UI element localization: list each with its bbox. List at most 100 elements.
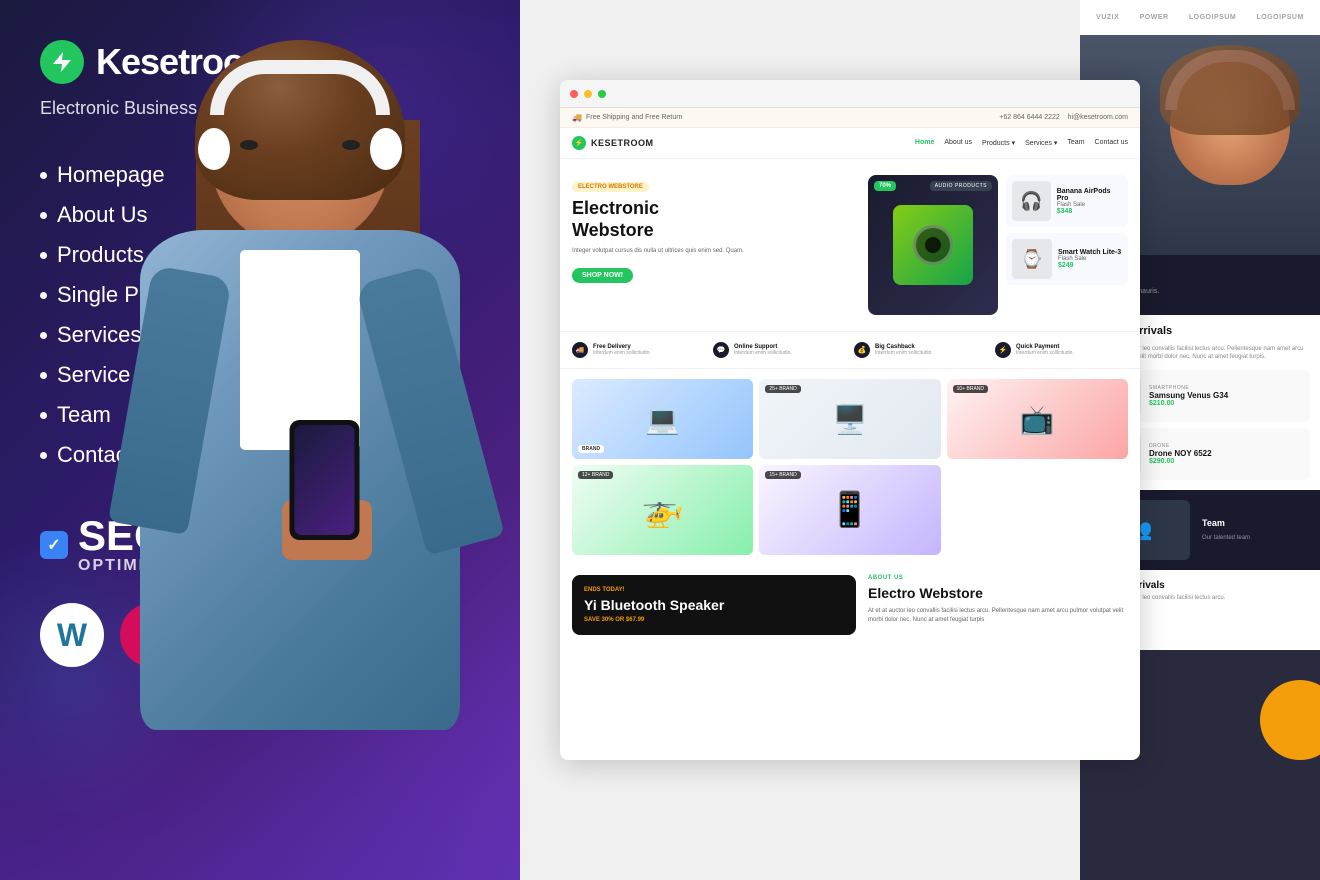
site-logo: ⚡ KESETROOM	[572, 136, 654, 150]
brand-logo4: logoipsum	[1257, 14, 1304, 21]
model-photo	[80, 30, 520, 880]
nav-services[interactable]: Services ▾	[1025, 139, 1057, 147]
features-row: 🚚 Free Delivery Interdum enim sollicitud…	[560, 331, 1140, 369]
hero-title: Electronic Webstore	[572, 198, 856, 241]
topbar-phone: +62 864 6444 2222	[999, 114, 1060, 121]
tv-card-img: 📺 10+ BRAND	[947, 379, 1128, 459]
hero-badge: ELECTRO WEBSTORE	[572, 182, 649, 192]
product-card-laptop[interactable]: 🖥️ 25+ BRAND	[759, 379, 940, 459]
nav-bullet	[40, 212, 47, 219]
about-section: ENDS TODAY! Yi Bluetooth Speaker SAVE 30…	[560, 565, 1140, 645]
laptop-badge: 25+ BRAND	[765, 385, 800, 393]
nav-contact[interactable]: Contact us	[1095, 139, 1128, 147]
nav-products[interactable]: Products ▾	[982, 139, 1015, 147]
drone-name: Drone NOY 6522	[1149, 449, 1212, 458]
promo-block: ENDS TODAY! Yi Bluetooth Speaker SAVE 30…	[572, 575, 856, 635]
speaker-inner	[925, 237, 941, 253]
product-card-drone[interactable]: 🚁 12+ BRAND	[572, 465, 753, 555]
seo-check-icon: ✓	[40, 531, 68, 559]
feature-support-desc: Interdum enim sollicitudin.	[734, 350, 792, 356]
phone-screen	[295, 425, 355, 535]
product-card-tablet[interactable]: 💻 BRAND	[572, 379, 753, 459]
brand-power: POWER	[1140, 14, 1169, 21]
site-nav-links: Home About us Products ▾ Services ▾ Team…	[915, 139, 1128, 147]
browser-close-dot[interactable]	[570, 90, 578, 98]
topbar-left: 🚚 Free Shipping and Free Return	[572, 113, 682, 122]
hero-shop-button[interactable]: SHOP NOW!	[572, 268, 633, 283]
truck-icon: 🚚	[572, 113, 582, 122]
promo-title: Yi Bluetooth Speaker	[584, 597, 844, 613]
nav-bullet	[40, 412, 47, 419]
hero-title-line1: Electronic	[572, 198, 659, 218]
eye-left	[240, 140, 258, 150]
watch-info: Smart Watch Lite-3 Flash Sale $249	[1058, 249, 1121, 269]
airpods-price: $348	[1057, 208, 1122, 215]
promo-save: SAVE 30% OR $67.99	[584, 617, 844, 623]
browser-maximize-dot[interactable]	[598, 90, 606, 98]
speaker-visual	[893, 205, 973, 285]
about-heading: Electro Webstore	[868, 585, 1128, 601]
promo-ends: ENDS TODAY!	[584, 587, 844, 593]
discount-badge: 70%	[874, 181, 896, 191]
feature-cashback-text: Big Cashback Interdum enim sollicitudin.	[875, 344, 933, 356]
site-hero: ELECTRO WEBSTORE Electronic Webstore Int…	[560, 159, 1140, 331]
product-card-airpods[interactable]: 🎧 Banana AirPods Pro Flash Sale $348	[1006, 175, 1128, 227]
drone-arrival-info: DRONE Drone NOY 6522 $290.00	[1149, 443, 1212, 465]
feature-delivery-desc: Interdum enim sollicitudin.	[593, 350, 651, 356]
about-label: ABOUT US	[868, 575, 1128, 581]
feature-payment: ⚡ Quick Payment Interdum enim sollicitud…	[995, 342, 1128, 358]
site-content: 🚚 Free Shipping and Free Return +62 864 …	[560, 108, 1140, 760]
eye-right	[342, 140, 360, 150]
about-text: At et at auctor leo convallis facilisi l…	[868, 607, 1128, 625]
drone-card-img: 🚁 12+ BRAND	[572, 465, 753, 555]
speaker-circle	[913, 225, 953, 265]
hero-right: 70% AUDIO PRODUCTS 🎧	[868, 175, 1128, 315]
brands-bar: VUZIX POWER logoipsum logoipsum	[1080, 0, 1320, 35]
hero-left: ELECTRO WEBSTORE Electronic Webstore Int…	[572, 175, 856, 283]
nav-home[interactable]: Home	[915, 139, 934, 147]
feature-cashback: 💰 Big Cashback Interdum enim sollicitudi…	[854, 342, 987, 358]
iphone-card-img: 📱 15+ BRAND	[759, 465, 940, 555]
headphone-cup-left	[198, 128, 230, 170]
person-eyes	[240, 140, 360, 150]
tablet-card-img: 💻 BRAND	[572, 379, 753, 459]
airpods-img: 🎧	[1012, 181, 1051, 221]
feature-support-text: Online Support Interdum enim sollicitudi…	[734, 344, 792, 356]
left-panel: Kesetroom Electronic Business Template k…	[0, 0, 520, 880]
hero-products-right: 🎧 Banana AirPods Pro Flash Sale $348 ⌚	[1006, 175, 1128, 315]
person-body	[110, 40, 490, 880]
support-icon: 💬	[713, 342, 729, 358]
topbar-shipping-text: Free Shipping and Free Return	[586, 114, 683, 121]
hero-product-main: 70% AUDIO PRODUCTS	[868, 175, 998, 315]
drone-badge: 12+ BRAND	[578, 471, 613, 479]
team-text: Team Our talented team	[1202, 517, 1250, 543]
site-logo-name: KESETROOM	[591, 138, 654, 148]
airpods-name: Banana AirPods Pro	[1057, 188, 1122, 202]
smartphone-arrival-info: SMARTPHONE Samsung Venus G34 $210.00	[1149, 385, 1228, 407]
nav-bullet	[40, 292, 47, 299]
feature-cashback-desc: Interdum enim sollicitudin.	[875, 350, 933, 356]
product-card-iphone[interactable]: 📱 15+ BRAND	[759, 465, 940, 555]
delivery-icon: 🚚	[572, 342, 588, 358]
airpods-info: Banana AirPods Pro Flash Sale $348	[1057, 188, 1122, 215]
topbar-right: +62 864 6444 2222 hi@kesetroom.com	[999, 114, 1128, 121]
products-grid: 💻 BRAND 🖥️ 25+ BRAND 📺 10+ BRAN	[560, 369, 1140, 565]
product-card-watch[interactable]: ⌚ Smart Watch Lite-3 Flash Sale $249	[1006, 233, 1128, 285]
brand-logo-icon	[40, 40, 84, 84]
browser-mockup: 🚚 Free Shipping and Free Return +62 864 …	[560, 80, 1140, 760]
nav-team[interactable]: Team	[1067, 139, 1084, 147]
watch-price: $249	[1058, 262, 1121, 269]
browser-minimize-dot[interactable]	[584, 90, 592, 98]
nav-bullet	[40, 172, 47, 179]
hero-desc: Integer volutpat cursus dis nulla ut ult…	[572, 247, 856, 256]
nav-bullet	[40, 332, 47, 339]
nav-about[interactable]: About us	[944, 139, 972, 147]
feature-support: 💬 Online Support Interdum enim sollicitu…	[713, 342, 846, 358]
topbar-email: hi@kesetroom.com	[1068, 114, 1128, 121]
about-block: ABOUT US Electro Webstore At et at aucto…	[868, 575, 1128, 635]
nav-bullet	[40, 252, 47, 259]
watch-name: Smart Watch Lite-3	[1058, 249, 1121, 256]
tablet-badge: BRAND	[578, 445, 604, 453]
product-card-tv[interactable]: 📺 10+ BRAND	[947, 379, 1128, 459]
right-panel: 🚚 Free Shipping and Free Return +62 864 …	[520, 0, 1320, 880]
